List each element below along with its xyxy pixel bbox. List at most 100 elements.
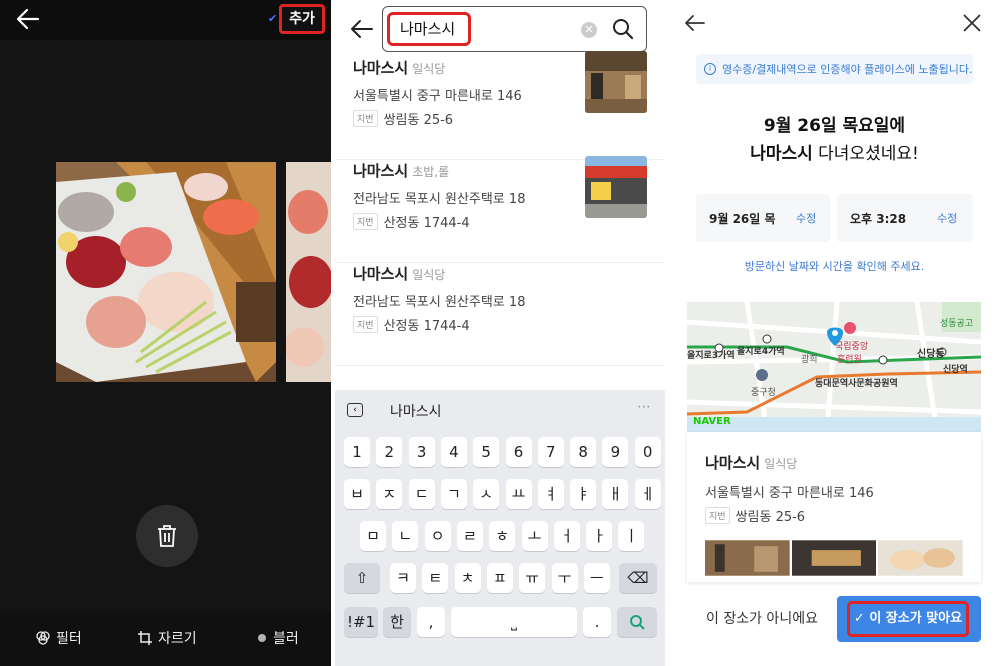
suggestion-word[interactable]: 나마스시: [390, 401, 442, 421]
key-ㄴ[interactable]: ㄴ: [392, 521, 419, 551]
sashimi-photo-image: [56, 162, 276, 382]
key-ㅁ[interactable]: ㅁ: [360, 521, 386, 551]
key-ㅇ[interactable]: ㅇ: [424, 521, 451, 551]
key-ㄱ[interactable]: ㄱ: [440, 479, 467, 509]
delete-photo-button[interactable]: [136, 505, 198, 567]
key-ㅏ[interactable]: ㅏ: [586, 521, 613, 551]
restaurant-interior-image: [585, 51, 647, 113]
crop-tool-button[interactable]: 자르기: [137, 628, 197, 648]
key-6[interactable]: 6: [505, 437, 532, 467]
key-ㅋ[interactable]: ㅋ: [390, 563, 416, 593]
clear-search-icon[interactable]: ✕: [581, 22, 597, 38]
photo-editor-panel: ✔ 추가 필터 자르기 블러: [0, 0, 331, 666]
key-ㄹ[interactable]: ㄹ: [456, 521, 483, 551]
key-ㅂ[interactable]: ㅂ: [344, 479, 370, 509]
headline-place-line: 나마스시 다녀오셨네요!: [669, 140, 1000, 168]
search-result-item[interactable]: 나마스시 초밥,롤 전라남도 목포시 원산주택로 18 지번 산정동 1744-4: [335, 156, 665, 263]
confirm-place-panel: i 영수증/결제내역으로 인증해야 플레이스에 노출됩니다. 9월 26일 목요…: [669, 0, 1000, 666]
sashimi-photo[interactable]: [56, 162, 276, 382]
key-ㄷ[interactable]: ㄷ: [408, 479, 435, 509]
map-label: 중구청: [751, 388, 776, 398]
jibun-badge: 지번: [353, 316, 378, 333]
key-ㅜ[interactable]: ㅜ: [551, 563, 578, 593]
location-map[interactable]: 을지로4가역 을지로3가역 신당동 중구청 동대문역사문화공원역 신당역 광희 …: [687, 302, 981, 432]
not-this-place-button[interactable]: 이 장소가 아니에요: [687, 596, 837, 642]
result-jibun: 지번 쌍림동 25-6: [353, 109, 453, 128]
filter-tool-button[interactable]: 필터: [35, 628, 82, 648]
shift-key[interactable]: ⇧: [344, 563, 380, 593]
search-key[interactable]: [617, 607, 657, 637]
search-icon[interactable]: [611, 17, 635, 41]
crop-icon: [138, 631, 152, 645]
key-0[interactable]: 0: [634, 437, 661, 467]
key-ㅛ[interactable]: ㅛ: [505, 479, 532, 509]
key-8[interactable]: 8: [570, 437, 597, 467]
next-photo-preview[interactable]: [286, 162, 331, 382]
search-input[interactable]: 나마스시: [387, 12, 471, 46]
result-category: 일식당: [412, 268, 446, 282]
key-ㅗ[interactable]: ㅗ: [521, 521, 548, 551]
blur-tool-button[interactable]: 블러: [256, 628, 299, 648]
map-label: 신당역: [943, 365, 968, 375]
key-ㅠ[interactable]: ㅠ: [519, 563, 546, 593]
backspace-key[interactable]: ⌫: [619, 563, 657, 593]
place-address: 서울특별시 중구 마른내로 146: [705, 486, 874, 501]
edit-time-button[interactable]: 수정: [937, 210, 957, 226]
key-ㅌ[interactable]: ㅌ: [422, 563, 449, 593]
result-jibun: 지번 산정동 1744-4: [353, 212, 470, 231]
keyboard-suggestion-bar: ‹ 나마스시 ⋯: [335, 390, 665, 430]
search-box[interactable]: 나마스시 ✕: [382, 6, 647, 52]
key-ㅍ[interactable]: ㅍ: [486, 563, 513, 593]
period-key[interactable]: .: [583, 607, 611, 637]
filter-label: 필터: [56, 631, 82, 647]
language-key[interactable]: 한: [383, 607, 411, 637]
place-photo-strip[interactable]: [705, 540, 963, 576]
key-9[interactable]: 9: [602, 437, 629, 467]
result-address: 서울특별시 중구 마른내로 146: [353, 89, 522, 104]
key-7[interactable]: 7: [537, 437, 564, 467]
map-label: 동대문역사문화공원역: [815, 379, 898, 389]
key-ㅈ[interactable]: ㅈ: [376, 479, 403, 509]
crop-label: 자르기: [158, 631, 197, 647]
key-ㅓ[interactable]: ㅓ: [553, 521, 580, 551]
place-photo: [791, 540, 877, 576]
key-1[interactable]: 1: [344, 437, 370, 467]
key-ㅑ[interactable]: ㅑ: [570, 479, 597, 509]
search-result-item[interactable]: 나마스시 일식당 서울특별시 중구 마른내로 146 지번 쌍림동 25-6: [335, 51, 665, 160]
symbols-key[interactable]: !#1: [344, 607, 378, 637]
place-card: 나마스시 일식당 서울특별시 중구 마른내로 146 지번 쌍림동 25-6: [687, 432, 981, 582]
edit-date-button[interactable]: 수정: [796, 210, 816, 226]
comma-key[interactable]: ,: [417, 607, 445, 637]
space-key[interactable]: ⎵: [451, 607, 577, 637]
result-address: 전라남도 목포시 원산주택로 18: [353, 295, 526, 310]
key-ㅎ[interactable]: ㅎ: [489, 521, 516, 551]
key-2[interactable]: 2: [376, 437, 403, 467]
key-ㅔ[interactable]: ㅔ: [634, 479, 661, 509]
blur-icon: [258, 634, 266, 642]
close-icon[interactable]: [961, 12, 983, 34]
add-button[interactable]: 추가: [279, 4, 325, 34]
back-arrow-icon[interactable]: [14, 6, 42, 32]
search-result-item[interactable]: 나마스시 일식당 전라남도 목포시 원산주택로 18 지번 산정동 1744-4: [335, 263, 665, 366]
key-ㅣ[interactable]: ㅣ: [618, 521, 645, 551]
place-photo: [878, 540, 963, 576]
key-ㅕ[interactable]: ㅕ: [537, 479, 564, 509]
korean-keyboard: ‹ 나마스시 ⋯ 1 2 3 4 5 6 7 8 9 0 ㅂㅈㄷㄱㅅㅛㅕㅑㅐㅔㅁㄴㅇㄹㅎㅗㅓㅏㅣ ⇧ ㅋ…: [335, 390, 665, 666]
result-jibun: 지번 산정동 1744-4: [353, 315, 470, 334]
key-ㅊ[interactable]: ㅊ: [454, 563, 481, 593]
collapse-suggestion-icon[interactable]: ‹: [347, 403, 363, 417]
key-3[interactable]: 3: [408, 437, 435, 467]
visit-date-box: 9월 26일 목 수정: [696, 194, 830, 242]
key-4[interactable]: 4: [440, 437, 467, 467]
key-ㅐ[interactable]: ㅐ: [602, 479, 629, 509]
more-options-icon[interactable]: ⋯: [637, 399, 651, 415]
jibun-badge: 지번: [353, 213, 378, 230]
key-ㅅ[interactable]: ㅅ: [473, 479, 500, 509]
back-arrow-icon[interactable]: [349, 16, 375, 42]
back-arrow-icon[interactable]: [683, 11, 707, 35]
key-ㅡ[interactable]: ㅡ: [583, 563, 610, 593]
this-place-button[interactable]: ✓ 이 장소가 맞아요: [837, 596, 981, 642]
trash-icon: [158, 525, 176, 547]
map-label: 신당동: [917, 349, 945, 360]
key-5[interactable]: 5: [473, 437, 500, 467]
